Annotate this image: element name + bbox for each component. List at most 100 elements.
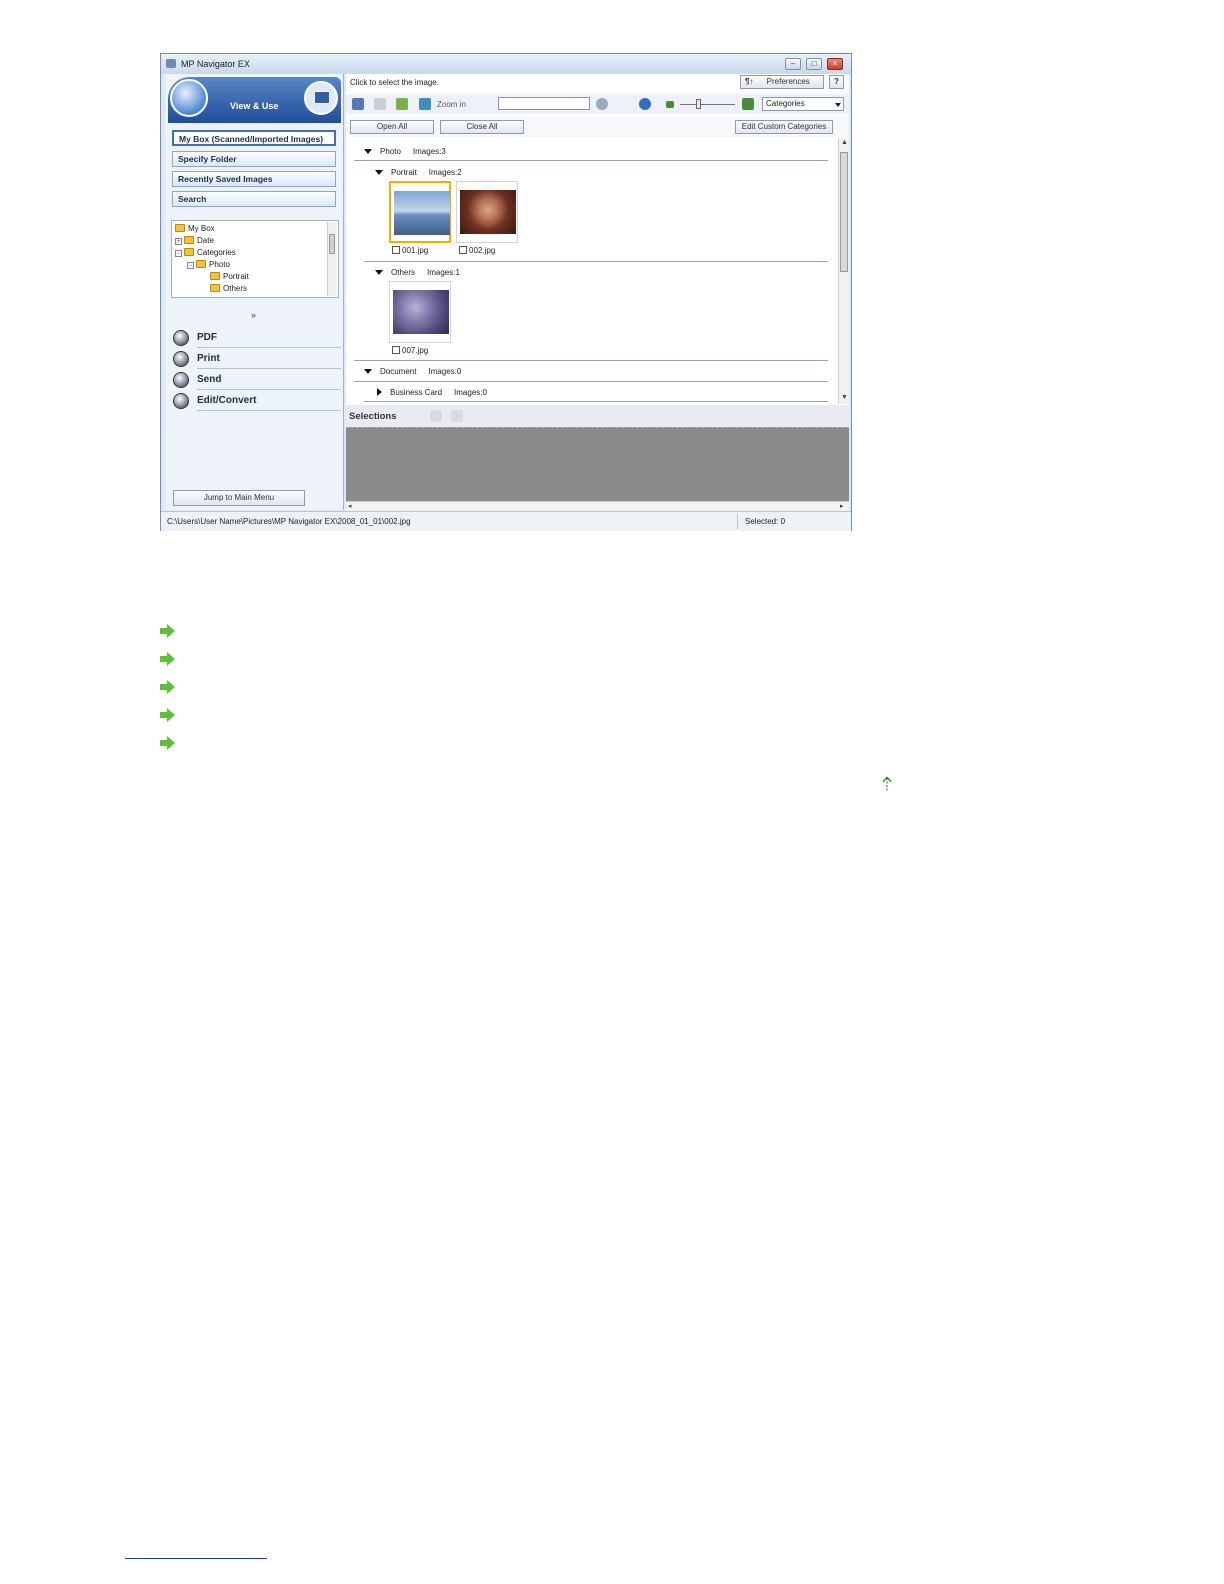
nav-recently-saved-button[interactable]: Recently Saved Images	[172, 171, 336, 187]
list-scroll-thumb[interactable]	[840, 152, 848, 272]
thumbnail-007[interactable]	[389, 281, 451, 343]
group-controls: Open All Close All Edit Custom Categorie…	[346, 117, 849, 137]
pdf-button[interactable]: PDF	[171, 328, 341, 348]
status-divider	[737, 514, 738, 529]
thumbnail-image	[393, 290, 449, 334]
send-label: Send	[197, 374, 222, 385]
nav-search-button[interactable]: Search	[172, 191, 336, 207]
title-bar[interactable]: MP Navigator EX – □ ×	[161, 54, 851, 74]
collapse-triangle-icon	[364, 149, 372, 154]
thumbnail-002[interactable]	[456, 181, 518, 243]
page-top-arrow-icon[interactable]	[881, 776, 893, 792]
link-arrow-icon[interactable]	[160, 624, 176, 638]
group-document-header[interactable]: Document Images:0	[364, 367, 461, 376]
thumbnail-002-caption[interactable]: 002.jpg	[459, 246, 495, 255]
small-thumbnail-icon	[666, 101, 674, 108]
divider	[197, 368, 341, 369]
edit-convert-icon	[173, 393, 189, 409]
group-business-card-header[interactable]: Business Card Images:0	[377, 388, 487, 397]
group-portrait-header[interactable]: Portrait Images:2	[375, 168, 462, 177]
status-selected-count: Selected: 0	[745, 517, 786, 526]
collapse-triangle-icon	[375, 170, 383, 175]
thumbnail-size-slider[interactable]	[680, 104, 735, 105]
tree-item-my-box[interactable]: My Box	[175, 224, 215, 233]
minimize-button[interactable]: –	[785, 58, 801, 70]
expand-icon[interactable]: +	[175, 238, 182, 245]
pdf-label: PDF	[197, 332, 217, 343]
folder-icon	[175, 224, 185, 232]
thumbnail-001-caption[interactable]: 001.jpg	[392, 246, 428, 255]
tray-horizontal-scrollbar[interactable]: ◂ ▸	[346, 501, 849, 511]
list-scrollbar[interactable]: ▲ ▼	[838, 138, 849, 404]
thumbnail-001[interactable]	[389, 181, 451, 243]
link-arrow-icon[interactable]	[160, 652, 176, 666]
folder-icon	[184, 236, 194, 244]
view-image-icon[interactable]	[374, 98, 386, 110]
zoom-in-label[interactable]: Zoom in	[437, 100, 466, 109]
tree-item-others[interactable]: Others	[210, 284, 247, 293]
tree-scrollbar[interactable]	[327, 222, 337, 296]
tree-item-portrait[interactable]: Portrait	[210, 272, 249, 281]
close-all-button[interactable]: Close All	[440, 120, 524, 134]
status-path: C:\Users\User Name\Pictures\MP Navigator…	[167, 517, 411, 526]
collapse-icon[interactable]: −	[187, 262, 194, 269]
select-all-icon[interactable]	[352, 98, 364, 110]
scroll-down-icon[interactable]: ▼	[841, 394, 848, 401]
print-button[interactable]: Print	[171, 349, 341, 369]
selections-label: Selections	[349, 411, 397, 422]
app-window: MP Navigator EX – □ × View & Use My Box …	[160, 53, 852, 531]
jump-to-main-menu-button[interactable]: Jump to Main Menu	[173, 490, 305, 506]
correct-image-icon[interactable]	[396, 98, 408, 110]
view-mode-select[interactable]: Categories	[762, 97, 844, 111]
thumbnail-size-slider-knob[interactable]	[696, 99, 701, 109]
edit-custom-categories-button[interactable]: Edit Custom Categories	[735, 120, 833, 134]
footer-rule	[125, 1558, 267, 1559]
selections-tray[interactable]	[346, 427, 849, 502]
collapse-icon[interactable]: −	[175, 250, 182, 257]
tree-item-categories[interactable]: − Categories	[175, 248, 236, 257]
zoom-in-icon[interactable]	[419, 98, 431, 110]
close-button[interactable]: ×	[827, 58, 843, 70]
link-arrow-icon[interactable]	[160, 680, 176, 694]
group-photo-header[interactable]: Photo Images:3	[364, 147, 446, 156]
window-title: MP Navigator EX	[181, 59, 250, 69]
collapse-triangle-icon	[375, 270, 383, 275]
send-button[interactable]: Send	[171, 370, 341, 390]
group-others-header[interactable]: Others Images:1	[375, 268, 460, 277]
preferences-icon: ¶↑	[745, 77, 754, 86]
open-all-button[interactable]: Open All	[350, 120, 434, 134]
tree-scroll-thumb[interactable]	[329, 234, 335, 254]
nav-specify-folder-button[interactable]: Specify Folder	[172, 151, 336, 167]
hint-text: Click to select the image.	[350, 78, 439, 87]
edit-convert-button[interactable]: Edit/Convert	[171, 391, 341, 411]
search-icon[interactable]	[596, 98, 608, 110]
print-label: Print	[197, 353, 220, 364]
help-button[interactable]: ?	[829, 75, 844, 89]
scroll-up-icon[interactable]: ▲	[841, 139, 848, 146]
select-checkbox[interactable]	[392, 346, 400, 354]
folder-tree[interactable]: My Box + Date − Categories − Photo Portrait…	[171, 220, 339, 298]
folder-icon	[184, 248, 194, 256]
tree-item-photo[interactable]: − Photo	[187, 260, 230, 269]
refresh-icon[interactable]	[639, 98, 651, 110]
link-arrow-icon[interactable]	[160, 736, 176, 750]
search-input[interactable]	[498, 97, 590, 110]
expand-panel-icon[interactable]: »	[251, 310, 256, 320]
selections-grid-icon[interactable]	[430, 410, 442, 422]
thumbnail-list: Photo Images:3 Portrait Images:2 001.jpg 0…	[346, 138, 838, 404]
link-arrow-icon[interactable]	[160, 708, 176, 722]
scroll-left-icon[interactable]: ◂	[348, 502, 352, 510]
send-icon	[173, 372, 189, 388]
nav-my-box-button[interactable]: My Box (Scanned/Imported Images)	[172, 130, 336, 146]
pdf-icon	[173, 330, 189, 346]
scroll-right-icon[interactable]: ▸	[840, 502, 844, 510]
select-checkbox[interactable]	[459, 246, 467, 254]
maximize-button[interactable]: □	[806, 58, 822, 70]
selections-clear-icon[interactable]	[451, 410, 463, 422]
group-divider	[354, 381, 828, 382]
preferences-button[interactable]: ¶↑ Preferences	[740, 75, 824, 89]
select-checkbox[interactable]	[392, 246, 400, 254]
tree-item-date[interactable]: + Date	[175, 236, 214, 245]
thumbnail-007-caption[interactable]: 007.jpg	[392, 346, 428, 355]
group-divider	[354, 160, 828, 161]
